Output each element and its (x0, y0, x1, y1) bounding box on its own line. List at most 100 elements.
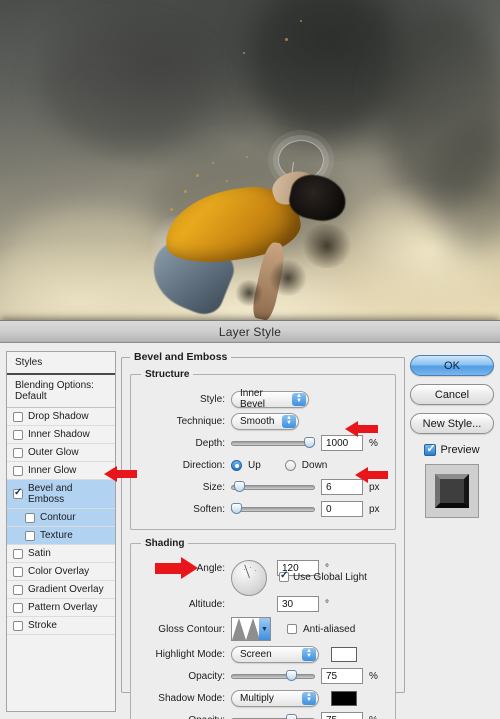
effect-row-texture[interactable]: Texture (7, 527, 115, 545)
highlight-mode-row: Highlight Mode: Screen ▲▼ (141, 643, 385, 665)
layer-style-dialog: Layer Style Styles Blending Options: Def… (0, 320, 500, 719)
shadow-mode-label: Shadow Mode: (141, 693, 225, 704)
gloss-contour-preview[interactable]: ▼ (231, 617, 271, 641)
preview-label: Preview (440, 444, 479, 456)
new-style-button[interactable]: New Style... (410, 413, 494, 434)
effect-checkbox[interactable] (13, 489, 23, 499)
contour-curve-icon (232, 618, 260, 640)
shadow-mode-row: Shadow Mode: Multiply ▲▼ (141, 687, 385, 709)
altitude-label: Altitude: (141, 599, 225, 610)
size-value: 6 (326, 482, 332, 493)
preview-checkbox[interactable] (424, 444, 436, 456)
chevron-down-icon[interactable]: ▼ (259, 618, 270, 640)
dialog-title: Layer Style (219, 325, 281, 339)
direction-up-radio[interactable] (231, 460, 242, 471)
effect-label: Bevel and Emboss (28, 483, 109, 505)
effect-checkbox[interactable] (13, 430, 23, 440)
effect-row-outer-glow[interactable]: Outer Glow (7, 444, 115, 462)
effect-row-satin[interactable]: Satin (7, 545, 115, 563)
anti-aliased-checkbox[interactable] (287, 624, 297, 634)
altitude-unit: ° (325, 599, 341, 610)
effect-row-drop-shadow[interactable]: Drop Shadow (7, 408, 115, 426)
anti-aliased-label[interactable]: Anti-aliased (303, 624, 355, 635)
depth-label: Depth: (141, 438, 225, 449)
size-slider-thumb[interactable] (234, 481, 245, 492)
highlight-color-swatch[interactable] (331, 647, 357, 662)
dialog-titlebar[interactable]: Layer Style (0, 321, 500, 343)
style-preview-thumbnail (425, 464, 479, 518)
direction-down-label[interactable]: Down (302, 460, 328, 471)
effect-checkbox[interactable] (25, 513, 35, 523)
depth-slider[interactable] (231, 437, 315, 449)
altitude-row: Altitude: 30 ° (141, 593, 385, 615)
shadow-opacity-input[interactable]: 75 (321, 712, 363, 719)
effect-row-stroke[interactable]: Stroke (7, 617, 115, 635)
effect-row-inner-shadow[interactable]: Inner Shadow (7, 426, 115, 444)
direction-up-label[interactable]: Up (248, 460, 261, 471)
shadow-opacity-label: Opacity: (141, 715, 225, 719)
shadow-mode-dropdown[interactable]: Multiply ▲▼ (231, 690, 319, 707)
effect-row-contour[interactable]: Contour (7, 509, 115, 527)
effect-checkbox[interactable] (13, 567, 23, 577)
soften-unit: px (369, 504, 385, 515)
effect-row-pattern-overlay[interactable]: Pattern Overlay (7, 599, 115, 617)
technique-value: Smooth (240, 416, 274, 427)
highlight-mode-value: Screen (240, 649, 272, 660)
effect-checkbox[interactable] (25, 531, 35, 541)
preview-toggle[interactable]: Preview (424, 444, 479, 456)
size-slider[interactable] (231, 481, 315, 493)
shadow-opacity-value: 75 (326, 715, 337, 719)
soften-input[interactable]: 0 (321, 501, 363, 517)
gloss-contour-label: Gloss Contour: (141, 624, 225, 635)
soften-slider-thumb[interactable] (231, 503, 242, 514)
cancel-button[interactable]: Cancel (410, 384, 494, 405)
chevron-updown-icon[interactable]: ▲▼ (282, 415, 296, 428)
use-global-light-label[interactable]: Use Global Light (293, 572, 367, 583)
effect-checkbox[interactable] (13, 621, 23, 631)
shadow-color-swatch[interactable] (331, 691, 357, 706)
soften-slider[interactable] (231, 503, 315, 515)
effect-row-inner-glow[interactable]: Inner Glow (7, 462, 115, 480)
size-unit: px (369, 482, 385, 493)
effect-checkbox[interactable] (13, 585, 23, 595)
shadow-opacity-unit: % (369, 715, 385, 719)
arrow-bevel-and-emboss (104, 466, 137, 482)
shadow-opacity-slider[interactable] (231, 714, 315, 719)
ok-button[interactable]: OK (410, 355, 494, 376)
effect-checkbox[interactable] (13, 549, 23, 559)
altitude-input[interactable]: 30 (277, 596, 319, 612)
highlight-opacity-input[interactable]: 75 (321, 668, 363, 684)
effect-checkbox[interactable] (13, 466, 23, 476)
effect-label: Pattern Overlay (28, 602, 97, 613)
technique-dropdown[interactable]: Smooth ▲▼ (231, 413, 299, 430)
effect-checkbox[interactable] (13, 412, 23, 422)
style-dropdown[interactable]: Inner Bevel ▲▼ (231, 391, 309, 408)
highlight-opacity-slider-thumb[interactable] (286, 670, 297, 681)
arrow-depth (345, 421, 378, 437)
effect-row-color-overlay[interactable]: Color Overlay (7, 563, 115, 581)
use-global-light-checkbox[interactable] (279, 572, 289, 582)
shadow-opacity-slider-thumb[interactable] (286, 714, 297, 719)
depth-input[interactable]: 1000 (321, 435, 363, 451)
effect-label: Color Overlay (28, 566, 89, 577)
effect-row-bevel-and-emboss[interactable]: Bevel and Emboss (7, 480, 115, 509)
highlight-opacity-slider[interactable] (231, 670, 315, 682)
effects-list: Drop ShadowInner ShadowOuter GlowInner G… (7, 408, 115, 635)
effect-checkbox[interactable] (13, 448, 23, 458)
depth-slider-thumb[interactable] (304, 437, 315, 448)
settings-pane: Bevel and Emboss Structure Style: Inner … (121, 351, 405, 712)
chevron-updown-icon[interactable]: ▲▼ (292, 393, 306, 406)
angle-dial[interactable] (231, 560, 267, 596)
highlight-mode-dropdown[interactable]: Screen ▲▼ (231, 646, 319, 663)
chevron-updown-icon[interactable]: ▲▼ (302, 648, 316, 661)
bevel-preview-shape (435, 474, 469, 508)
effect-row-gradient-overlay[interactable]: Gradient Overlay (7, 581, 115, 599)
screen: Layer Style Styles Blending Options: Def… (0, 0, 500, 719)
blending-options-row[interactable]: Blending Options: Default (7, 375, 115, 408)
photo-figure (150, 150, 380, 330)
effect-checkbox[interactable] (13, 603, 23, 613)
direction-down-radio[interactable] (285, 460, 296, 471)
soften-row: Soften: 0 px (141, 498, 385, 520)
depth-value: 1000 (326, 438, 348, 449)
chevron-updown-icon[interactable]: ▲▼ (302, 692, 316, 705)
